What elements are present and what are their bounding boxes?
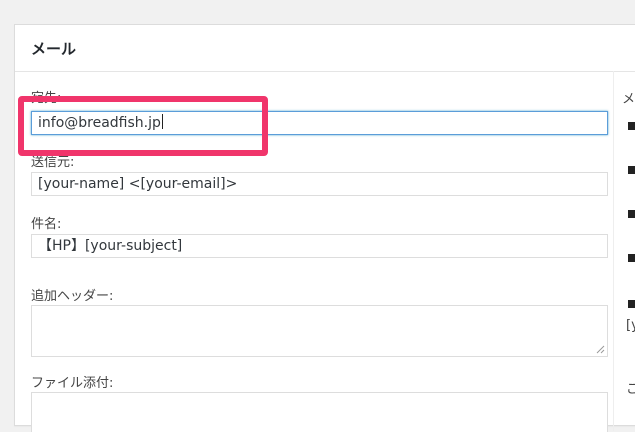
panel-header: メール	[15, 25, 635, 72]
sidebar-item-partial-2: こ	[626, 382, 635, 397]
sidebar-bullet-icon	[628, 210, 635, 218]
file-attachments-label: ファイル添付:	[31, 376, 114, 391]
sidebar-bullet-icon	[628, 166, 635, 174]
subject-input-value: 【HP】[your-subject]	[38, 238, 183, 254]
from-input-value: [your-name] <[your-email]>	[38, 176, 238, 192]
file-attachments-textarea[interactable]	[31, 392, 608, 432]
sidebar-heading-partial: メ	[622, 92, 635, 107]
sidebar-bullet-icon	[628, 122, 635, 130]
sidebar-divider	[613, 71, 614, 431]
sidebar-item-partial: [y	[626, 318, 635, 333]
sidebar-bullet-icon	[628, 254, 635, 262]
from-input[interactable]: [your-name] <[your-email]>	[31, 172, 608, 196]
additional-headers-label: 追加ヘッダー:	[31, 289, 114, 304]
resize-handle-icon[interactable]	[595, 344, 605, 354]
highlight-annotation	[18, 96, 268, 156]
mail-panel: メール 宛先: info@breadfish.jp 送信元: [your-nam…	[14, 24, 635, 432]
panel-title: メール	[31, 40, 77, 58]
sidebar-bullet-icon	[628, 300, 635, 308]
subject-label: 件名:	[31, 217, 62, 232]
additional-headers-textarea[interactable]	[31, 305, 608, 357]
subject-input[interactable]: 【HP】[your-subject]	[31, 234, 608, 258]
